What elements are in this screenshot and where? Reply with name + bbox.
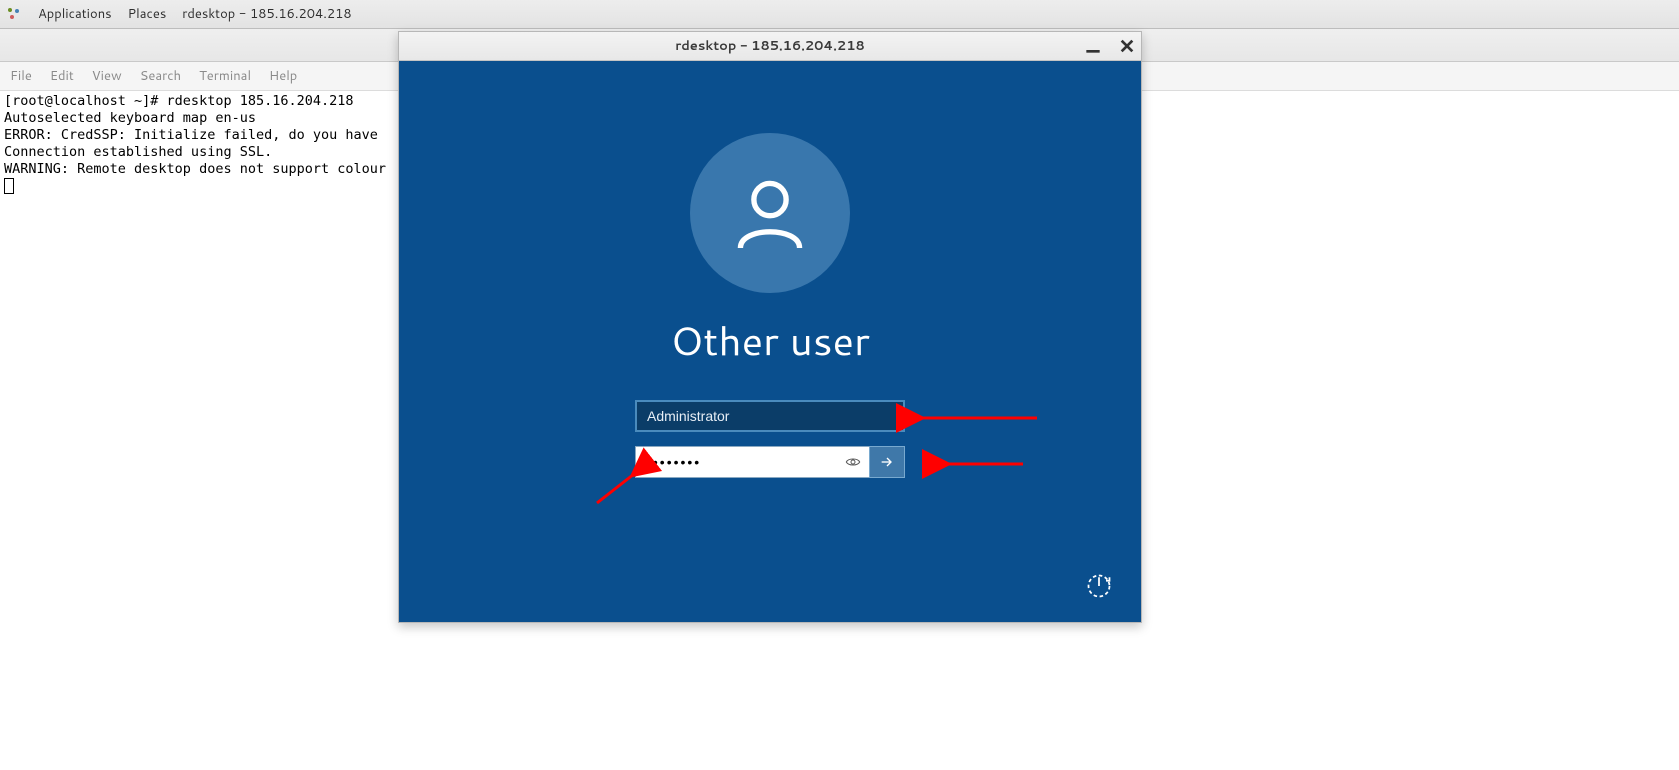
- submit-login-button[interactable]: [869, 446, 905, 478]
- reveal-password-button[interactable]: [839, 446, 867, 478]
- user-avatar: [690, 133, 850, 293]
- menu-help[interactable]: Help: [269, 67, 297, 85]
- terminal-line: Autoselected keyboard map en-us: [4, 110, 256, 126]
- menu-terminal[interactable]: Terminal: [199, 67, 251, 85]
- close-button[interactable]: [1119, 38, 1135, 54]
- terminal-line: [root@localhost ~]# rdesktop 185.16.204.…: [4, 93, 354, 109]
- eye-icon: [845, 454, 861, 470]
- terminal-line: WARNING: Remote desktop does not support…: [4, 161, 386, 177]
- rdesktop-titlebar[interactable]: rdesktop - 185.16.204.218: [399, 32, 1141, 61]
- power-icon: [1085, 572, 1113, 600]
- terminal-cursor: [4, 178, 14, 194]
- person-icon: [727, 170, 813, 256]
- terminal-line: ERROR: CredSSP: Initialize failed, do yo…: [4, 127, 378, 143]
- menu-file[interactable]: File: [10, 67, 32, 85]
- password-field[interactable]: [635, 446, 869, 478]
- gnome-top-bar: Applications Places rdesktop - 185.16.20…: [0, 0, 1679, 29]
- minimize-button[interactable]: [1085, 38, 1101, 54]
- login-heading: Other user: [670, 311, 869, 368]
- menu-places[interactable]: Places: [128, 5, 167, 23]
- menu-applications[interactable]: Applications: [38, 5, 112, 23]
- arrow-right-icon: [879, 454, 895, 470]
- windows-login-screen: Other user: [399, 61, 1141, 622]
- window-title: rdesktop - 185.16.204.218: [675, 37, 865, 55]
- terminal-line: Connection established using SSL.: [4, 144, 272, 160]
- menu-search[interactable]: Search: [140, 67, 181, 85]
- taskbar-entry-rdesktop[interactable]: rdesktop - 185.16.204.218: [182, 5, 351, 23]
- username-field[interactable]: [635, 400, 905, 432]
- menu-edit[interactable]: Edit: [50, 67, 74, 85]
- rdesktop-window: rdesktop - 185.16.204.218 Other user: [398, 31, 1142, 623]
- power-options-button[interactable]: [1083, 570, 1115, 602]
- activities-icon[interactable]: [6, 6, 22, 22]
- menu-view[interactable]: View: [92, 67, 122, 85]
